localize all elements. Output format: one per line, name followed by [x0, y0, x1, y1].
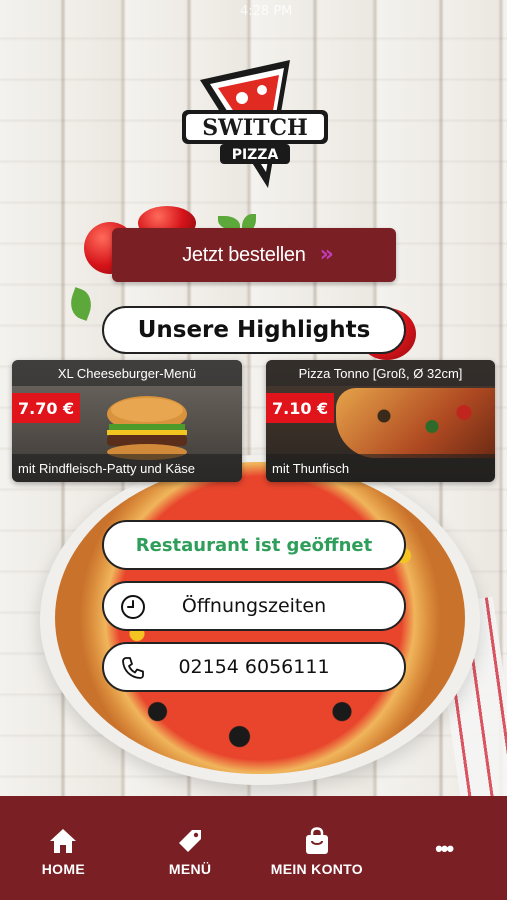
home-icon: [50, 829, 77, 853]
clock-icon: [121, 595, 145, 619]
switch-pizza-logo: SWITCH PIZZA: [182, 60, 328, 188]
price-badge: 7.10 €: [266, 393, 335, 423]
nav-more[interactable]: •••: [384, 826, 504, 862]
bag-icon: [305, 827, 328, 854]
price-badge: 7.70 €: [12, 393, 81, 423]
opening-hours-button[interactable]: Öffnungszeiten: [102, 581, 406, 631]
nav-menu-label: MENÜ: [168, 861, 212, 877]
order-now-label: Jetzt bestellen: [182, 243, 306, 266]
bottom-navigation: HOME MENÜ MEIN KONTO •••: [0, 796, 507, 900]
highlight-card-cheeseburger[interactable]: XL Cheeseburger-Menü 7.70 € mit Rindflei…: [12, 360, 242, 482]
card-subtitle: mit Rindfleisch-Patty und Käse: [12, 454, 242, 482]
nav-home-label: HOME: [41, 861, 85, 877]
card-title: XL Cheeseburger-Menü: [12, 360, 242, 386]
status-bar-time: 4:28 PM: [240, 4, 293, 19]
phone-icon: [122, 657, 144, 679]
restaurant-open-status: Restaurant ist geöffnet: [102, 520, 406, 570]
card-title: Pizza Tonno [Groß, Ø 32cm]: [266, 360, 495, 386]
nav-account[interactable]: MEIN KONTO: [257, 826, 377, 877]
more-icon: •••: [435, 836, 454, 861]
order-now-button[interactable]: Jetzt bestellen »: [112, 228, 396, 282]
phone-call-button[interactable]: 02154 6056111: [102, 642, 406, 692]
burger-image: [107, 396, 187, 460]
phone-number: 02154 6056111: [178, 656, 330, 678]
highlights-heading: Unsere Highlights: [102, 306, 406, 354]
double-chevron-right-icon: »: [319, 241, 335, 267]
opening-hours-label: Öffnungszeiten: [181, 595, 327, 617]
logo-word-pizza: PIZZA: [232, 147, 279, 163]
highlight-card-pizza-tonno[interactable]: Pizza Tonno [Groß, Ø 32cm] 7.10 € mit Th…: [266, 360, 495, 482]
nav-account-label: MEIN KONTO: [270, 861, 363, 877]
tag-icon: [179, 830, 202, 852]
nav-home[interactable]: HOME: [3, 826, 123, 877]
logo-word-switch: SWITCH: [202, 115, 308, 141]
pizza-tonno-image: [336, 388, 495, 458]
card-subtitle: mit Thunfisch: [266, 454, 495, 482]
nav-menu[interactable]: MENÜ: [130, 826, 250, 877]
